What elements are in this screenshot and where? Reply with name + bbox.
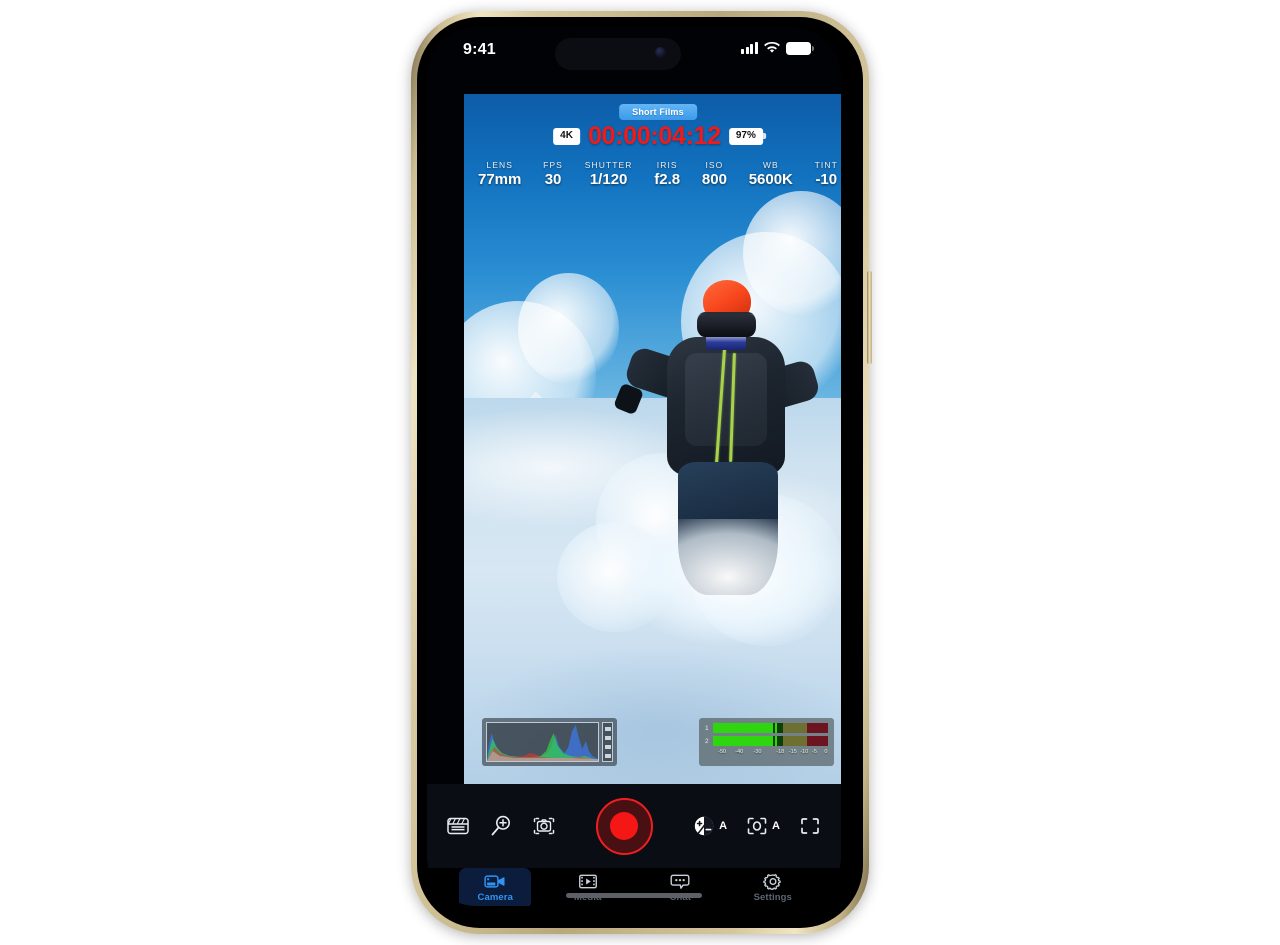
focus-button[interactable]: A [744,813,780,839]
scale-tick: 0 [824,749,828,755]
rgb-histogram[interactable] [482,718,617,766]
metadata-key: TINT [814,160,838,170]
histogram-scale [602,722,613,762]
level-track [713,723,828,733]
camera-viewfinder[interactable]: Short Films 4K 00:00:04:12 97% LENS 77mm… [464,94,841,784]
metadata-value: 800 [701,171,727,188]
tab-camera[interactable]: Camera [459,868,532,906]
status-bar: 9:41 [427,27,841,79]
scale-tick: -15 [788,749,797,755]
status-indicators [741,42,814,55]
scale-tick: -40 [735,749,744,755]
scale-tick: -5 [812,749,817,755]
focus-mode-label: A [772,820,780,832]
camera-control-bar: A A [427,784,841,868]
gear-icon [763,873,781,890]
tab-label: Settings [753,892,792,903]
metadata-value: 30 [544,171,562,188]
wifi-icon [764,42,780,54]
slate-button[interactable] [445,813,471,839]
timecode-row: 4K 00:00:04:12 97% [553,122,766,151]
metadata-key: ISO [705,160,724,170]
metadata-value: 77mm [478,171,522,188]
metadata-key: WB [762,160,779,170]
metadata-fps[interactable]: FPS 30 [543,160,563,188]
tab-label: Camera [477,892,513,903]
left-controls [445,813,557,839]
tab-chat[interactable]: Chat [644,868,716,906]
framing-button[interactable] [797,813,823,839]
focus-reticle-icon [747,817,767,835]
zoom-button[interactable] [488,813,514,839]
signal-bars-icon [741,42,758,55]
metadata-iris[interactable]: IRIS f2.8 [654,160,680,188]
metadata-wb[interactable]: WB 5600K [749,160,793,188]
battery-percent-chip: 97% [728,128,766,145]
scale-tick: -10 [800,749,809,755]
metadata-value: 5600K [748,171,793,188]
battery-full-icon [786,42,814,55]
right-controls: A A [691,813,823,839]
phone-screen: 9:41 Short Films 4K 00:00:04:12 97% LENS… [427,27,841,906]
metadata-iso[interactable]: ISO 800 [702,160,727,188]
front-camera-lens-icon [655,47,666,58]
viewfinder-hud: Short Films 4K 00:00:04:12 97% LENS 77mm… [464,94,841,784]
chat-bubble-icon [670,874,690,889]
audio-channel-1: 1 [705,723,828,733]
resolution-chip[interactable]: 4K [553,128,580,145]
clapperboard-icon [447,817,469,835]
video-camera-icon [484,875,505,888]
framing-brackets-icon [801,818,819,834]
tab-settings[interactable]: Settings [737,868,809,906]
audio-scale-labels: -50 -40 -30 -18 -15 -10 -5 0 [713,749,827,758]
scale-tick: -30 [753,749,762,755]
timecode-display: 00:00:04:12 [587,122,721,150]
frame-grab-button[interactable] [531,813,557,839]
audio-level-meters[interactable]: 1 2 -50 -40 -30 -18 -15 -10 -5 0 [699,718,834,766]
channel-number: 2 [705,737,709,745]
status-time: 9:41 [463,41,496,58]
audio-channel-2: 2 [705,736,828,746]
metadata-value: f2.8 [654,171,681,188]
metadata-lens[interactable]: LENS 77mm [478,160,521,188]
camera-metadata-row: LENS 77mm FPS 30 SHUTTER 1/120 IRIS f2.8 [478,160,838,188]
film-strip-icon [578,874,597,889]
metadata-key: LENS [486,160,513,170]
metadata-tint[interactable]: TINT -10 [815,160,838,188]
metadata-key: SHUTTER [584,160,633,170]
metadata-key: FPS [543,160,563,170]
home-indicator[interactable] [566,893,702,898]
tab-media[interactable]: Media [552,868,624,906]
scale-tick: -18 [776,749,785,755]
histogram-plot [486,722,599,762]
bottom-tab-bar: Camera Media [427,868,841,906]
scale-tick: -50 [718,749,727,755]
power-button[interactable] [867,271,872,364]
level-track [713,736,828,746]
channel-number: 1 [705,724,709,732]
project-badge[interactable]: Short Films [619,104,697,120]
screenshot-canvas: 9:41 Short Films 4K 00:00:04:12 97% LENS… [0,0,1280,945]
metadata-key: IRIS [656,160,678,170]
camera-focus-icon [533,817,555,835]
metadata-shutter[interactable]: SHUTTER 1/120 [585,160,633,188]
exposure-compensation-icon [694,816,714,836]
exposure-button[interactable]: A [691,813,727,839]
metadata-value: -10 [815,171,838,188]
magnifier-plus-icon [491,815,510,836]
record-button[interactable] [595,797,653,855]
metadata-value: 1/120 [589,171,628,188]
exposure-mode-label: A [719,820,728,832]
